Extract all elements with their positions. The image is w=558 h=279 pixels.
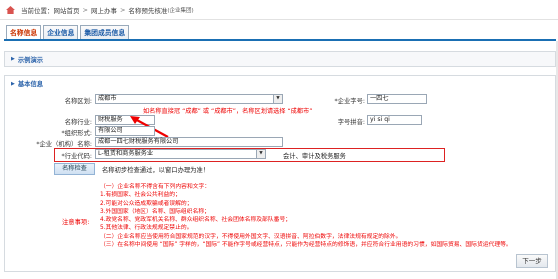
region-select-value: 成都市 <box>98 95 117 102</box>
industry-code-value: L-租赁和商务服务业 <box>98 150 154 157</box>
company-name-label: *企业（机构）名称: <box>36 141 92 148</box>
notice-list: （一）企业名称不得含有下列内容和文字： 1.有损国家、社会公共利益的； 2.可能… <box>100 183 512 249</box>
breadcrumb: 当前位置： 网站首页 > 网上办事 > 名称预先核准 (企业集团) <box>0 0 558 20</box>
expand-arrow-icon: ▶ <box>11 80 15 87</box>
industry-code-select[interactable]: L-租赁和商务服务业 ▼ <box>95 149 266 159</box>
breadcrumb-separator: > <box>119 5 126 14</box>
notice-line: 3.外国国家（地区）名称、国际组织名称； <box>100 208 210 215</box>
expand-arrow-icon: ▶ <box>11 56 15 62</box>
company-name-input[interactable]: 成都一四七财税服务有限公司 <box>95 137 283 147</box>
region-hint: 如名称直接冠 “成都” 或 “成都市”，名称区划请选择 “成都市” <box>143 108 313 115</box>
home-icon <box>6 5 15 14</box>
org-form-input[interactable]: 有限公司 <box>95 126 155 136</box>
notice-line: 2.可能对公众造成欺骗或者误解的； <box>100 200 193 207</box>
tab-company-info[interactable]: 企业信息 <box>43 25 79 39</box>
breadcrumb-suffix: (企业集团) <box>167 7 194 14</box>
section-demo-header[interactable]: ▶ 示例演示 <box>4 51 556 67</box>
company-field-input[interactable]: 一四七 <box>367 94 427 104</box>
breadcrumb-prefix: 当前位置： <box>21 6 54 15</box>
notice-line: 4.政党名称、党政军机关名称、群众组织名称、社会团体名称及部队番号； <box>100 217 292 224</box>
name-check-button[interactable]: 名称检查 <box>54 163 95 175</box>
breadcrumb-online-link[interactable]: 网上办事 <box>91 5 117 15</box>
company-field-label: *企业字号: <box>334 98 365 105</box>
tab-name-info[interactable]: 名称信息 <box>6 25 42 39</box>
name-check-result: 名称初步检查通过，以窗口办理为准！ <box>102 167 210 174</box>
next-step-button[interactable]: 下一步 <box>516 254 548 268</box>
pinyin-label: 字号拼音: <box>337 119 365 126</box>
chevron-down-icon: ▼ <box>273 95 282 103</box>
section-basic-title: 基本信息 <box>17 81 44 88</box>
breadcrumb-current: 名称预先核准 <box>128 6 168 15</box>
pinyin-input[interactable]: yi si qi <box>367 115 422 125</box>
chevron-down-icon: ▼ <box>256 150 265 158</box>
tab-group-members[interactable]: 集团成员信息 <box>80 25 130 39</box>
org-form-label: *组织形式: <box>61 130 92 137</box>
notice-line: 1.有损国家、社会公共利益的； <box>100 192 181 199</box>
notice-line: （一）企业名称不得含有下列内容和文字： <box>100 184 211 190</box>
tab-bar: 名称信息 企业信息 集团成员信息 <box>6 25 131 39</box>
section-basic-header[interactable]: ▶ 基本信息 <box>5 76 555 91</box>
notice-line: 5.其他法律、行政法规规定禁止的。 <box>100 225 193 232</box>
region-select[interactable]: 成都市 ▼ <box>95 94 283 104</box>
industry-code-label: *行业代码: <box>61 153 92 160</box>
notice-line: （三）在名称中间使用 “国际” 字样的，“国际” 不能作字号或经营特点，只能作为… <box>100 242 512 249</box>
section-demo-title: 示例演示 <box>17 56 44 64</box>
industry-description: 会计、审计及税务服务 <box>283 153 346 160</box>
industry-label: 名称行业: <box>64 119 92 126</box>
breadcrumb-separator: > <box>82 5 88 14</box>
region-label: 名称区划: <box>64 98 92 105</box>
notice-label: 注意事项: <box>62 219 90 226</box>
tab-underline <box>4 39 556 41</box>
notice-line: （二）企业名称应当使用符合国家规范的汉字，不得使用外国文字、汉语拼音、阿拉伯数字… <box>100 233 402 240</box>
breadcrumb-home-link[interactable]: 网站首页 <box>54 5 80 15</box>
